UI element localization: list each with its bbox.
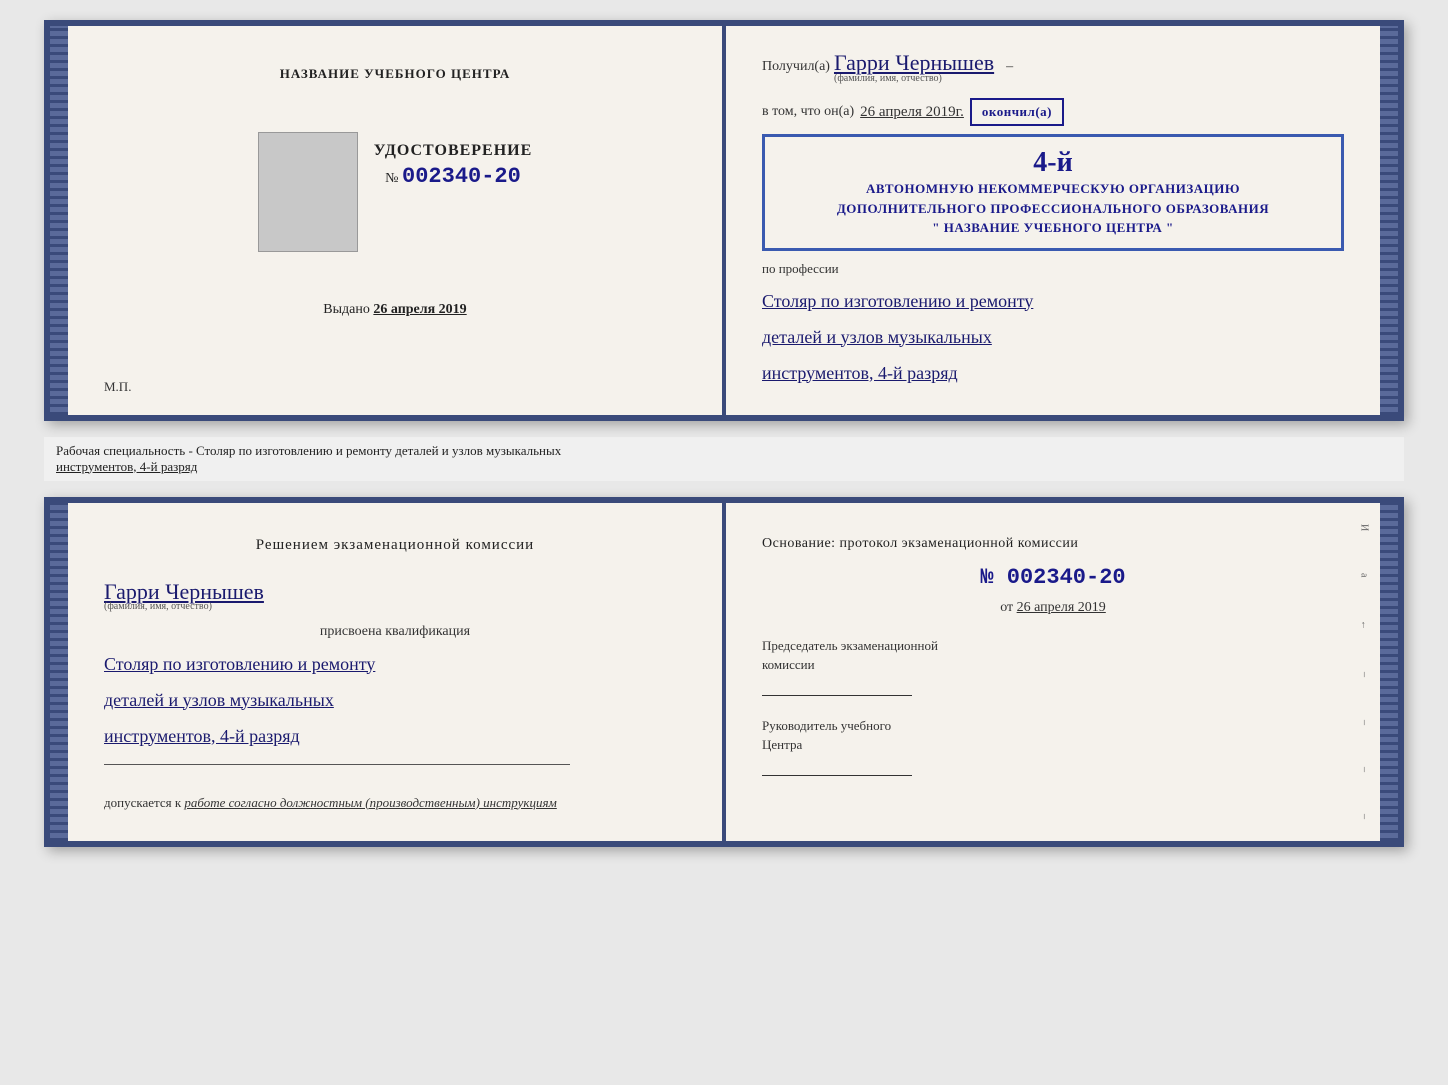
stamp-line3: ДОПОЛНИТЕЛЬНОГО ПРОФЕССИОНАЛЬНОГО ОБРАЗО…: [779, 199, 1327, 219]
profession-block-top: Столяр по изготовлению и ремонту деталей…: [762, 283, 1344, 391]
predsedatel-signature-line: [762, 695, 912, 696]
mp-label: М.П.: [104, 379, 131, 395]
issued-line: Выдано 26 апреля 2019: [323, 302, 466, 318]
poluchil-line: Получил(а) Гарри Чернышев (фамилия, имя,…: [762, 50, 1344, 84]
fio-label-bottom: (фамилия, имя, отчество): [104, 601, 212, 612]
bottom-left-page: Решением экзаменационной комиссии Гарри …: [68, 503, 726, 841]
issued-date: 26 апреля 2019: [373, 302, 466, 317]
rukovoditel-signature-line: [762, 775, 912, 776]
dopuskaetsya-prefix: допускается к: [104, 795, 181, 810]
bottom-name-group: Гарри Чернышев (фамилия, имя, отчество): [104, 569, 686, 612]
udostoverenie-title: УДОСТОВЕРЕНИЕ: [374, 142, 533, 160]
stamp-line4: " НАЗВАНИЕ УЧЕБНОГО ЦЕНТРА ": [779, 218, 1327, 238]
ot-prefix: от: [1000, 600, 1013, 615]
po-professii-label: по профессии: [762, 261, 1344, 277]
recipient-name-top: Гарри Чернышев: [834, 50, 994, 77]
profession-line2-bottom: деталей и узлов музыкальных: [104, 682, 686, 718]
top-left-page: НАЗВАНИЕ УЧЕБНОГО ЦЕНТРА УДОСТОВЕРЕНИЕ №…: [68, 26, 726, 415]
margin-dash-3: ←: [1359, 620, 1370, 630]
stamp-line2: АВТОНОМНУЮ НЕКОММЕРЧЕСКУЮ ОРГАНИЗАЦИЮ: [779, 179, 1327, 199]
bottom-left-binding-strip: [50, 503, 68, 841]
margin-dash-5: –: [1359, 720, 1370, 725]
issued-label: Выдано: [323, 302, 370, 317]
prisvoena-text: присвоена квалификация: [104, 624, 686, 640]
caption-bar: Рабочая специальность - Столяр по изгото…: [44, 437, 1404, 481]
bottom-right-binding-strip: [1380, 503, 1398, 841]
ot-date-value: 26 апреля 2019: [1017, 600, 1106, 615]
profession-line1-top: Столяр по изготовлению и ремонту: [762, 283, 1344, 319]
top-diploma-spread: НАЗВАНИЕ УЧЕБНОГО ЦЕНТРА УДОСТОВЕРЕНИЕ №…: [44, 20, 1404, 421]
okonchil-box: окончил(а): [970, 98, 1064, 126]
right-binding-strip: [1380, 26, 1398, 415]
margin-dash-2: а: [1359, 573, 1370, 577]
caption-text-underline: инструментов, 4-й разряд: [56, 459, 197, 474]
protocol-number: № 002340-20: [762, 565, 1344, 590]
udostoverenie-block: УДОСТОВЕРЕНИЕ № 002340-20: [374, 142, 533, 189]
dash-top: –: [1006, 59, 1013, 75]
caption-text-start: Рабочая специальность - Столяр по изгото…: [56, 443, 561, 458]
bottom-right-page: Основание: протокол экзаменационной коми…: [726, 503, 1380, 841]
protocol-prefix: №: [980, 565, 993, 590]
predsedatel-line1: Председатель экзаменационной: [762, 638, 938, 653]
vtom-prefix: в том, что он(а): [762, 104, 854, 120]
rukovoditel-line2: Центра: [762, 737, 802, 752]
vtom-line: в том, что он(а) 26 апреля 2019г. окончи…: [762, 98, 1344, 126]
stamp-grade: 4-й: [779, 147, 1327, 179]
profession-line3-bottom: инструментов, 4-й разряд: [104, 718, 686, 754]
udostoverenie-number: 002340-20: [402, 164, 521, 189]
name-group: Гарри Чернышев (фамилия, имя, отчество): [834, 50, 994, 84]
profession-block-bottom: Столяр по изготовлению и ремонту деталей…: [104, 646, 686, 754]
stamp-block: 4-й АВТОНОМНУЮ НЕКОММЕРЧЕСКУЮ ОРГАНИЗАЦИ…: [762, 134, 1344, 251]
margin-dash-4: –: [1359, 672, 1370, 677]
margin-dash-6: –: [1359, 767, 1370, 772]
rukovoditel-label: Руководитель учебного Центра: [762, 716, 1344, 755]
protocol-num: 002340-20: [1007, 565, 1126, 590]
vtom-date: 26 апреля 2019г.: [860, 104, 964, 121]
profession-line2-top: деталей и узлов музыкальных: [762, 319, 1344, 355]
rukovoditel-line1: Руководитель учебного: [762, 718, 891, 733]
right-margin-dashes: И а ← – – – –: [1356, 503, 1372, 841]
dopuskaetsya-italic: работе согласно должностным (производств…: [184, 795, 556, 810]
resheniem-text: Решением экзаменационной комиссии: [104, 533, 686, 557]
ot-date: от 26 апреля 2019: [762, 600, 1344, 616]
top-right-page: Получил(а) Гарри Чернышев (фамилия, имя,…: [726, 26, 1380, 415]
profession-line3-top: инструментов, 4-й разряд: [762, 355, 1344, 391]
margin-dash-1: И: [1359, 524, 1370, 531]
margin-dash-7: –: [1359, 814, 1370, 819]
top-left-title: НАЗВАНИЕ УЧЕБНОГО ЦЕНТРА: [280, 66, 511, 82]
predsedatel-line2: комиссии: [762, 657, 815, 672]
dopuskaetsya-line: допускается к работе согласно должностны…: [104, 795, 686, 811]
bottom-diploma-spread: Решением экзаменационной комиссии Гарри …: [44, 497, 1404, 847]
number-line: № 002340-20: [374, 164, 533, 189]
left-binding-strip: [50, 26, 68, 415]
osnovanie-text: Основание: протокол экзаменационной коми…: [762, 533, 1344, 555]
profession-line1-bottom: Столяр по изготовлению и ремонту: [104, 646, 686, 682]
predsedatel-label: Председатель экзаменационной комиссии: [762, 636, 1344, 675]
poluchil-prefix: Получил(а): [762, 59, 830, 75]
number-prefix: №: [385, 171, 398, 186]
photo-placeholder: [258, 132, 358, 252]
